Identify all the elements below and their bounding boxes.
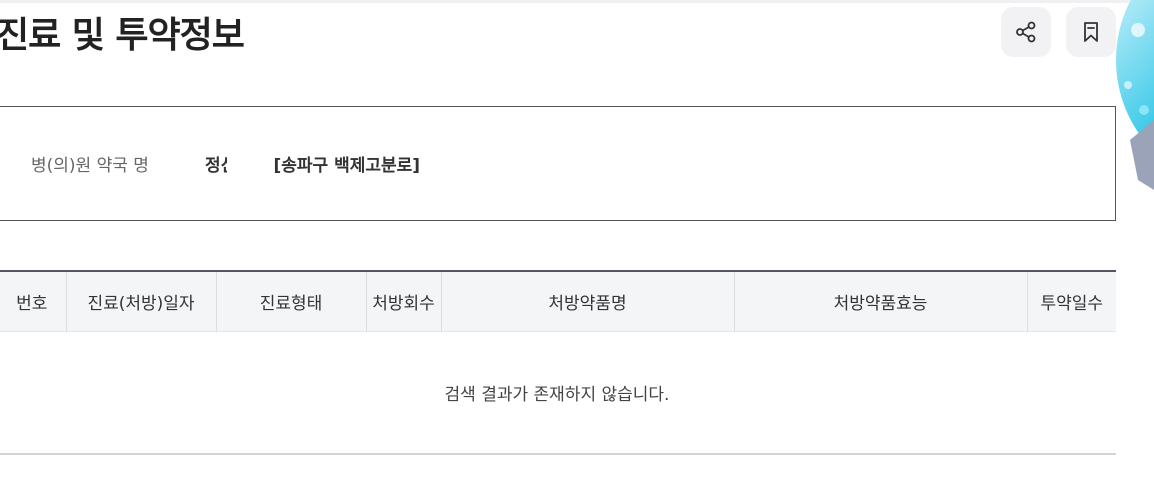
column-header-date: 진료(처방)일자 xyxy=(65,270,216,331)
column-header-drug-effect: 처방약품효능 xyxy=(733,270,1027,331)
column-header-drug-name: 처방약품명 xyxy=(440,270,734,331)
pharmacy-label: 병(의)원 약국 명 xyxy=(31,156,149,176)
table-header-row: 번호 진료(처방)일자 진료형태 처방회수 처방약품명 처방약품효능 투약일수 xyxy=(0,270,1116,331)
table-row: 검색 결과가 존재하지 않습니다. xyxy=(0,330,1116,455)
column-header-number: 번호 xyxy=(0,270,66,331)
decorative-graphic xyxy=(1116,0,1154,190)
privacy-mask xyxy=(227,147,267,177)
share-icon xyxy=(1016,21,1036,43)
prescription-table: 번호 진료(처방)일자 진료형태 처방회수 처방약품명 처방약품효능 투약일수 … xyxy=(0,270,1116,455)
top-divider xyxy=(0,0,1154,3)
page-title: 진료 및 투약정보 xyxy=(0,15,245,56)
share-button[interactable] xyxy=(1001,7,1051,57)
column-header-count: 처방회수 xyxy=(365,270,441,331)
column-header-days: 투약일수 xyxy=(1026,270,1116,331)
pharmacy-info-box: 병(의)원 약국 명 정신약국 [송파구 백제고분로] xyxy=(0,106,1116,221)
empty-result-message: 검색 결과가 존재하지 않습니다. xyxy=(0,330,1116,455)
page: 진료 및 투약정보 병(의)원 약국 명 정신약국 [송파구 백제고분로] 번호… xyxy=(0,0,1154,480)
bookmark-button[interactable] xyxy=(1066,7,1116,57)
bookmark-icon xyxy=(1084,22,1098,42)
column-header-type: 진료형태 xyxy=(215,270,366,331)
